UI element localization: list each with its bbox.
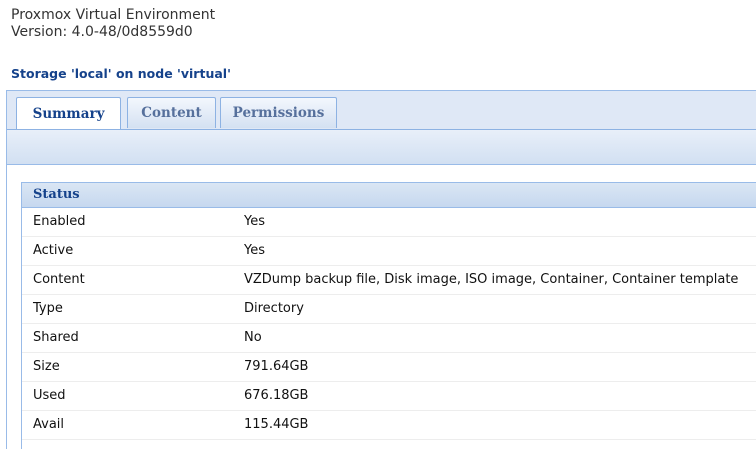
status-row-content: Content VZDump backup file, Disk image, … bbox=[22, 266, 756, 295]
row-key: Content bbox=[33, 272, 85, 287]
status-header: Status bbox=[22, 183, 756, 208]
row-key: Enabled bbox=[33, 214, 86, 229]
row-value: Directory bbox=[244, 301, 304, 316]
row-key: Type bbox=[33, 301, 63, 316]
row-key: Size bbox=[33, 359, 60, 374]
app-window: Proxmox Virtual Environment Version: 4.0… bbox=[0, 0, 756, 449]
status-row-avail: Avail 115.44GB bbox=[22, 411, 756, 440]
tab-bar: Summary Content Permissions bbox=[7, 91, 756, 130]
status-row-shared: Shared No bbox=[22, 324, 756, 353]
toolbar bbox=[7, 130, 756, 165]
summary-body: Status Enabled Yes Active Yes Content VZ… bbox=[7, 165, 756, 449]
tab-content[interactable]: Content bbox=[127, 97, 216, 128]
storage-panel: Summary Content Permissions Status Enabl… bbox=[6, 90, 756, 449]
page-title: Storage 'local' on node 'virtual' bbox=[11, 66, 231, 81]
row-value: Yes bbox=[244, 214, 265, 229]
status-grid: Status Enabled Yes Active Yes Content VZ… bbox=[21, 182, 756, 449]
row-key: Avail bbox=[33, 417, 65, 432]
status-row-type: Type Directory bbox=[22, 295, 756, 324]
row-value: Yes bbox=[244, 243, 265, 258]
tab-permissions[interactable]: Permissions bbox=[220, 97, 337, 128]
row-value: 791.64GB bbox=[244, 359, 309, 374]
row-key: Shared bbox=[33, 330, 79, 345]
row-value: 676.18GB bbox=[244, 388, 309, 403]
status-row-size: Size 791.64GB bbox=[22, 353, 756, 382]
row-value: VZDump backup file, Disk image, ISO imag… bbox=[244, 272, 739, 287]
status-row-used: Used 676.18GB bbox=[22, 382, 756, 411]
app-name: Proxmox Virtual Environment bbox=[11, 7, 216, 23]
status-row-enabled: Enabled Yes bbox=[22, 208, 756, 237]
row-key: Active bbox=[33, 243, 74, 258]
status-rows: Enabled Yes Active Yes Content VZDump ba… bbox=[22, 208, 756, 440]
row-key: Used bbox=[33, 388, 66, 403]
app-header: Proxmox Virtual Environment Version: 4.0… bbox=[11, 7, 215, 41]
app-version: Version: 4.0-48/0d8559d0 bbox=[11, 24, 193, 40]
tab-summary[interactable]: Summary bbox=[16, 97, 121, 129]
status-row-active: Active Yes bbox=[22, 237, 756, 266]
row-value: No bbox=[244, 330, 262, 345]
row-value: 115.44GB bbox=[244, 417, 309, 432]
